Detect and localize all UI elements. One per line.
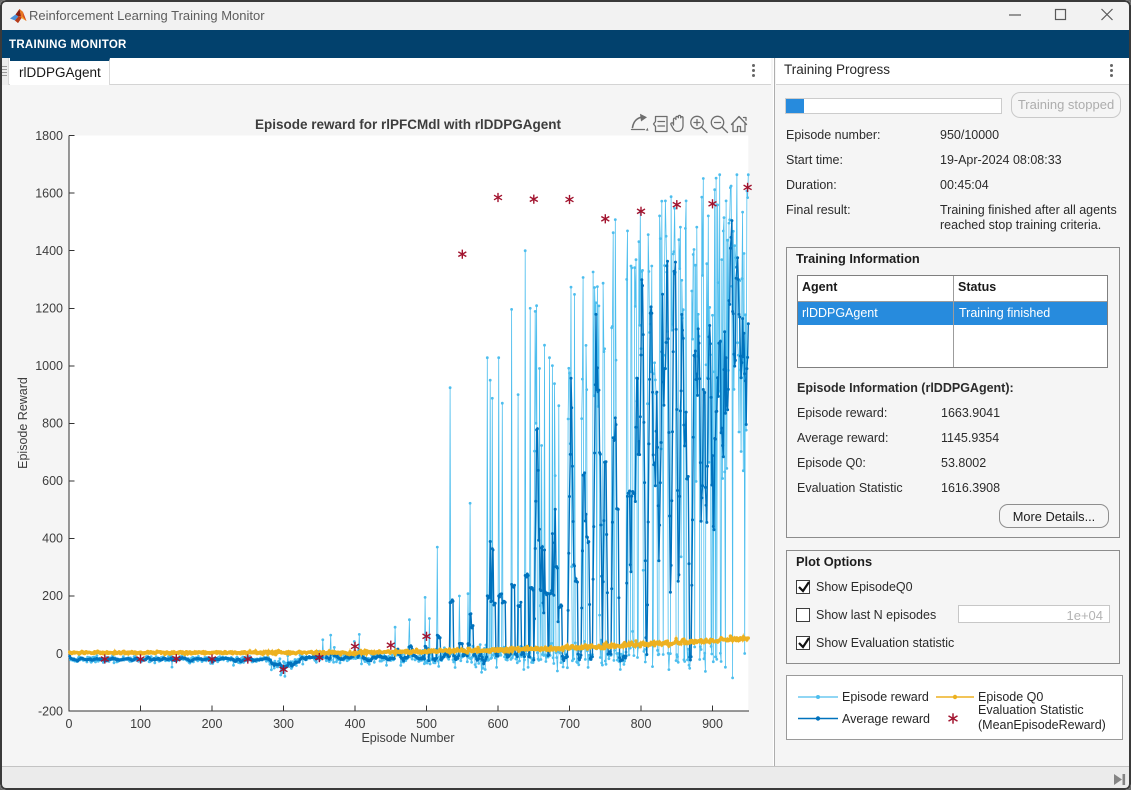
- svg-text:800: 800: [631, 717, 652, 731]
- svg-text:Episode Number: Episode Number: [361, 731, 454, 745]
- svg-text:0: 0: [66, 717, 73, 731]
- svg-text:600: 600: [42, 474, 63, 488]
- svg-text:700: 700: [559, 717, 580, 731]
- svg-text:1800: 1800: [35, 129, 63, 143]
- svg-text:Episode Reward: Episode Reward: [16, 377, 30, 469]
- svg-text:800: 800: [42, 417, 63, 431]
- svg-text:300: 300: [273, 717, 294, 731]
- svg-text:400: 400: [345, 717, 366, 731]
- svg-text:1600: 1600: [35, 186, 63, 200]
- svg-text:1200: 1200: [35, 302, 63, 316]
- svg-text:0: 0: [56, 647, 63, 661]
- svg-text:200: 200: [42, 589, 63, 603]
- svg-text:100: 100: [130, 717, 151, 731]
- svg-text:400: 400: [42, 532, 63, 546]
- svg-text:Episode reward for rlPFCMdl wi: Episode reward for rlPFCMdl with rlDDPGA…: [255, 117, 562, 132]
- svg-text:-200: -200: [38, 704, 63, 718]
- svg-text:200: 200: [202, 717, 223, 731]
- svg-text:500: 500: [416, 717, 437, 731]
- svg-text:900: 900: [702, 717, 723, 731]
- svg-text:1000: 1000: [35, 359, 63, 373]
- svg-text:1400: 1400: [35, 244, 63, 258]
- svg-text:600: 600: [488, 717, 509, 731]
